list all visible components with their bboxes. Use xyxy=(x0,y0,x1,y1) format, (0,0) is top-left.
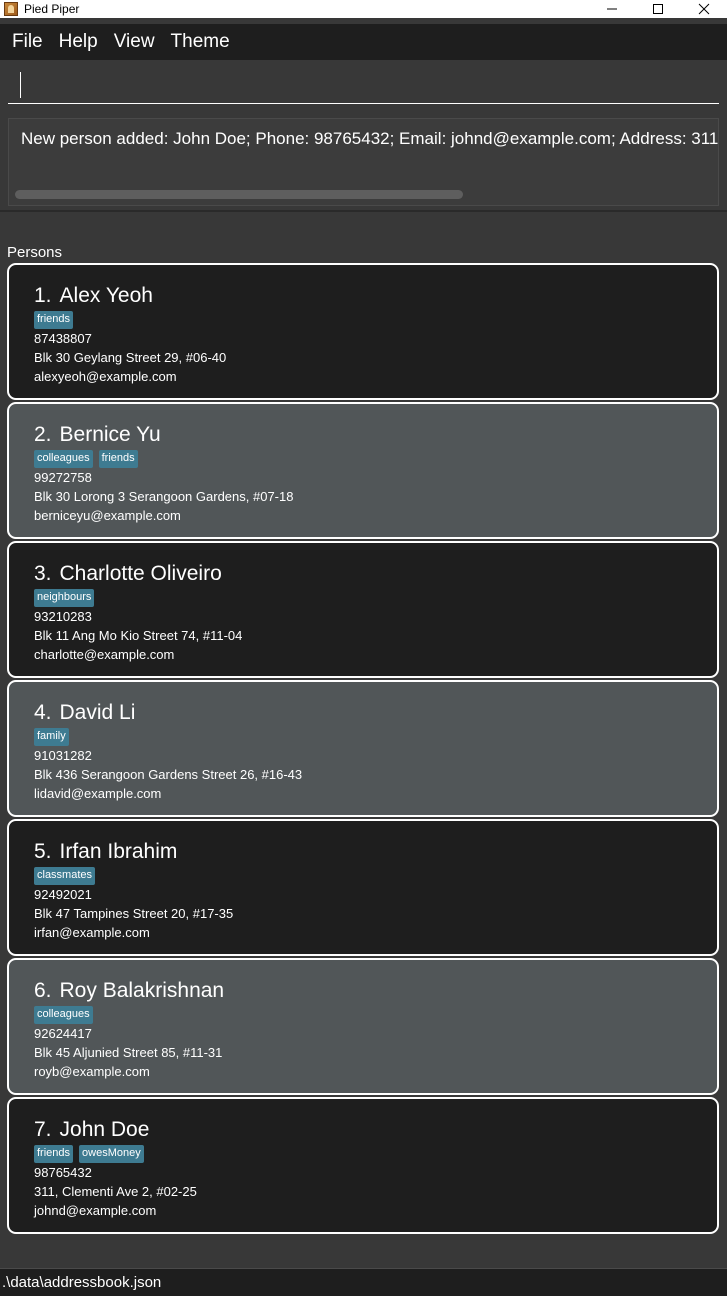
person-phone: 98765432 xyxy=(34,1165,92,1180)
tag: family xyxy=(34,728,69,746)
person-index: 7. xyxy=(34,1118,52,1141)
close-icon[interactable] xyxy=(681,0,727,18)
menu-file[interactable]: File xyxy=(4,24,51,60)
person-email: charlotte@example.com xyxy=(34,647,175,662)
person-index: 6. xyxy=(34,979,52,1002)
tag-list: colleagues xyxy=(34,1006,93,1024)
person-name: David Li xyxy=(59,701,136,724)
person-list[interactable]: 1. Alex Yeoh friends 87438807 Blk 30 Geyl… xyxy=(7,263,719,1236)
menu-help[interactable]: Help xyxy=(51,24,106,60)
person-name: Charlotte Oliveiro xyxy=(59,562,222,585)
tag: friends xyxy=(98,450,138,468)
person-email: lidavid@example.com xyxy=(34,786,162,801)
tag: neighbours xyxy=(34,589,95,607)
person-card[interactable]: 3. Charlotte Oliveiro neighbours 93210283… xyxy=(7,541,719,678)
person-name: Alex Yeoh xyxy=(59,284,153,307)
maximize-icon[interactable] xyxy=(635,0,681,18)
person-card[interactable]: 2. Bernice Yu colleagues friends 99272758… xyxy=(7,402,719,539)
person-address: 311, Clementi Ave 2, #02-25 xyxy=(34,1184,197,1199)
tag-list: colleagues friends xyxy=(34,450,138,468)
app-icon xyxy=(4,2,18,16)
window-title: Pied Piper xyxy=(24,2,80,16)
tag-list: family xyxy=(34,728,69,746)
person-index: 2. xyxy=(34,423,52,446)
person-card[interactable]: 7. John Doe friends owesMoney 98765432 31… xyxy=(7,1097,719,1234)
person-address: Blk 11 Ang Mo Kio Street 74, #11-04 xyxy=(34,628,243,643)
person-address: Blk 30 Geylang Street 29, #06-40 xyxy=(34,350,227,365)
person-phone: 99272758 xyxy=(34,470,92,485)
result-message: New person added: John Doe; Phone: 98765… xyxy=(21,129,719,148)
person-address: Blk 30 Lorong 3 Serangoon Gardens, #07-1… xyxy=(34,489,294,504)
tag: classmates xyxy=(34,867,96,885)
person-card[interactable]: 6. Roy Balakrishnan colleagues 92624417 B… xyxy=(7,958,719,1095)
text-caret xyxy=(20,72,21,98)
save-location: .\data\addressbook.json xyxy=(2,1274,162,1291)
person-phone: 91031282 xyxy=(34,748,92,763)
person-phone: 93210283 xyxy=(34,609,92,624)
person-email: alexyeoh@example.com xyxy=(34,369,177,384)
menu-theme[interactable]: Theme xyxy=(163,24,238,60)
panel-divider[interactable] xyxy=(0,210,727,212)
person-email: berniceyu@example.com xyxy=(34,508,181,523)
person-name: Roy Balakrishnan xyxy=(59,979,225,1002)
person-email: irfan@example.com xyxy=(34,925,150,940)
window-title-bar: Pied Piper xyxy=(0,0,727,18)
tag-list: classmates xyxy=(34,867,96,885)
status-bar: .\data\addressbook.json xyxy=(0,1268,727,1296)
person-phone: 92492021 xyxy=(34,887,92,902)
person-card[interactable]: 1. Alex Yeoh friends 87438807 Blk 30 Geyl… xyxy=(7,263,719,400)
person-name: Bernice Yu xyxy=(59,423,161,446)
menu-bar: File Help View Theme xyxy=(0,24,727,60)
tag: owesMoney xyxy=(79,1145,144,1163)
person-index: 4. xyxy=(34,701,52,724)
person-card[interactable]: 4. David Li family 91031282 Blk 436 Seran… xyxy=(7,680,719,817)
tag-list: friends owesMoney xyxy=(34,1145,144,1163)
tag-list: neighbours xyxy=(34,589,95,607)
person-address: Blk 45 Aljunied Street 85, #11-31 xyxy=(34,1045,223,1060)
person-index: 3. xyxy=(34,562,52,585)
tag-list: friends xyxy=(34,311,74,329)
persons-panel-label: Persons xyxy=(7,244,63,261)
horizontal-scrollbar[interactable] xyxy=(13,189,713,201)
tag: colleagues xyxy=(34,450,93,468)
menu-view[interactable]: View xyxy=(106,24,163,60)
person-index: 5. xyxy=(34,840,52,863)
minimize-icon[interactable] xyxy=(589,0,635,18)
result-display: New person added: John Doe; Phone: 98765… xyxy=(8,118,719,206)
person-email: johnd@example.com xyxy=(34,1203,157,1218)
command-input[interactable] xyxy=(8,64,719,104)
person-phone: 87438807 xyxy=(34,331,92,346)
scrollbar-thumb[interactable] xyxy=(15,190,463,199)
person-address: Blk 47 Tampines Street 20, #17-35 xyxy=(34,906,234,921)
person-name: John Doe xyxy=(59,1118,150,1141)
person-phone: 92624417 xyxy=(34,1026,92,1041)
person-card[interactable]: 5. Irfan Ibrahim classmates 92492021 Blk … xyxy=(7,819,719,956)
tag: friends xyxy=(34,311,74,329)
tag: colleagues xyxy=(34,1006,93,1024)
person-name: Irfan Ibrahim xyxy=(59,840,178,863)
person-index: 1. xyxy=(34,284,52,307)
person-email: royb@example.com xyxy=(34,1064,150,1079)
tag: friends xyxy=(34,1145,74,1163)
person-address: Blk 436 Serangoon Gardens Street 26, #16… xyxy=(34,767,303,782)
